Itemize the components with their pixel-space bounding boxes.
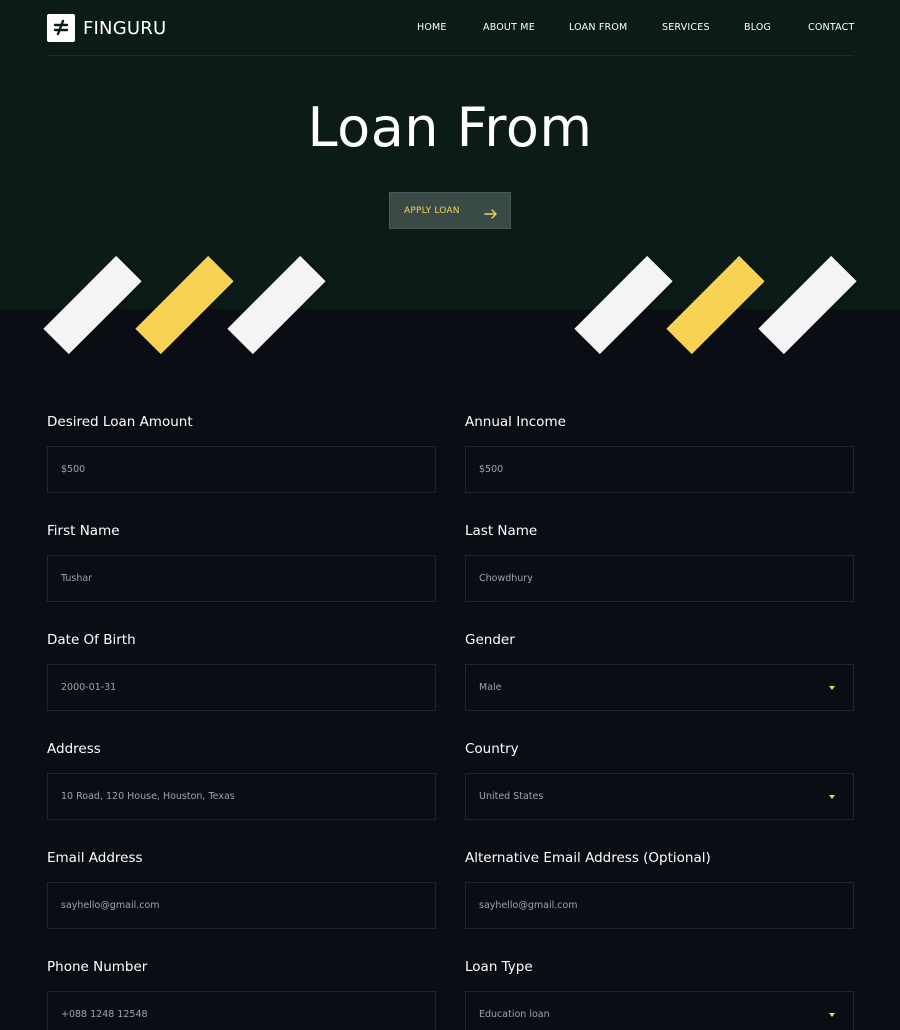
loan-type-select[interactable]: Education loan bbox=[465, 991, 854, 1030]
last-name-input[interactable]: Chowdhury bbox=[465, 555, 854, 602]
nav-loan-from[interactable]: LOAN FROM bbox=[569, 22, 627, 33]
nav-blog[interactable]: BLOG bbox=[744, 22, 771, 33]
logo[interactable]: FINGURU bbox=[47, 14, 166, 42]
gender-label: Gender bbox=[465, 632, 515, 648]
phone-label: Phone Number bbox=[47, 959, 148, 975]
dob-value: 2000-01-31 bbox=[61, 682, 117, 693]
first-name-input[interactable]: Tushar bbox=[47, 555, 436, 602]
alt-email-label: Alternative Email Address (Optional) bbox=[465, 850, 711, 866]
annual-income-input[interactable]: $500 bbox=[465, 446, 854, 493]
apply-loan-button[interactable]: APPLY LOAN bbox=[389, 192, 511, 229]
top-navbar: FINGURU HOME ABOUT ME LOAN FROM SERVICES… bbox=[47, 0, 854, 56]
loan-amount-input[interactable]: $500 bbox=[47, 446, 436, 493]
arrow-right-icon bbox=[484, 205, 498, 224]
annual-income-value: $500 bbox=[479, 464, 504, 475]
caret-down-icon bbox=[829, 1013, 835, 1017]
last-name-value: Chowdhury bbox=[479, 573, 533, 584]
caret-down-icon bbox=[829, 795, 835, 799]
nav-services[interactable]: SERVICES bbox=[662, 22, 710, 33]
phone-input[interactable]: +088 1248 12548 bbox=[47, 991, 436, 1030]
nav-home[interactable]: HOME bbox=[417, 22, 447, 33]
first-name-label: First Name bbox=[47, 523, 120, 539]
gender-select[interactable]: Male bbox=[465, 664, 854, 711]
email-value: sayhello@gmail.com bbox=[61, 900, 160, 911]
phone-value: +088 1248 12548 bbox=[61, 1009, 148, 1020]
address-label: Address bbox=[47, 741, 101, 757]
loan-amount-value: $500 bbox=[61, 464, 86, 475]
loan-amount-label: Desired Loan Amount bbox=[47, 414, 193, 430]
brand-name: FINGURU bbox=[83, 17, 167, 39]
country-label: Country bbox=[465, 741, 519, 757]
email-label: Email Address bbox=[47, 850, 143, 866]
address-input[interactable]: 10 Road, 120 House, Houston, Texas bbox=[47, 773, 436, 820]
gender-value: Male bbox=[479, 682, 502, 693]
nav-about-me[interactable]: ABOUT ME bbox=[483, 22, 535, 33]
caret-down-icon bbox=[829, 686, 835, 690]
country-value: United States bbox=[479, 791, 544, 802]
first-name-value: Tushar bbox=[61, 573, 93, 584]
apply-loan-label: APPLY LOAN bbox=[404, 206, 460, 216]
alt-email-input[interactable]: sayhello@gmail.com bbox=[465, 882, 854, 929]
dob-input[interactable]: 2000-01-31 bbox=[47, 664, 436, 711]
hero-section: FINGURU HOME ABOUT ME LOAN FROM SERVICES… bbox=[0, 0, 900, 309]
country-select[interactable]: United States bbox=[465, 773, 854, 820]
address-value: 10 Road, 120 House, Houston, Texas bbox=[61, 791, 235, 802]
annual-income-label: Annual Income bbox=[465, 414, 566, 430]
last-name-label: Last Name bbox=[465, 523, 538, 539]
loan-type-label: Loan Type bbox=[465, 959, 533, 975]
nav-contact[interactable]: CONTACT bbox=[808, 22, 854, 33]
loan-type-value: Education loan bbox=[479, 1009, 550, 1020]
email-input[interactable]: sayhello@gmail.com bbox=[47, 882, 436, 929]
dob-label: Date Of Birth bbox=[47, 632, 136, 648]
page-title: Loan From bbox=[307, 96, 593, 159]
logo-mark-icon bbox=[47, 14, 75, 42]
alt-email-value: sayhello@gmail.com bbox=[479, 900, 578, 911]
